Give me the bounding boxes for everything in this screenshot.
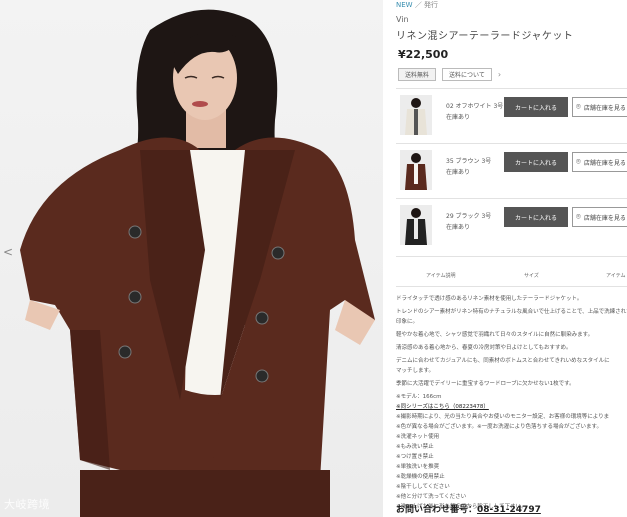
product-info-panel: NEW ／ 発行 Vin リネン混シアーテーラードジャケット ¥22,500 送… [396,0,627,517]
description-line: ※撮影時期により、光の当たり具合やお使いのモニター設定、お客様の環境等によりま [396,414,610,420]
chevron-left-icon[interactable]: < [3,245,13,259]
description-line: ※他と分けて洗ってください [396,494,467,500]
tab-size[interactable]: サイズ [524,272,539,279]
description-line: 清涼感のある着心地から、春夏の冷房対策や日よけとしてもおすすめ。 [396,345,572,351]
variant-info: 02 オフホワイト 3号 在庫あり [446,101,503,123]
description-line: ※単独洗いを推奨 [396,464,440,470]
variant-image [400,95,432,135]
store-stock-button[interactable]: ⌾ 店舗在庫を見る [572,97,627,117]
series-link[interactable]: ※同シリーズはこちら（08223478） [396,402,627,412]
description-line: 印象に。 [396,319,419,325]
product-description: ドライタッチで透け感のあるリネン素材を使用したテーラードジャケット。 トレンドの… [396,294,627,512]
detail-tabs: アイテム説明 サイズ アイテム [396,272,627,286]
add-to-cart-button[interactable]: カートに入れる [504,97,568,117]
model-illustration [20,9,375,517]
location-pin-icon: ⌾ [576,212,581,221]
add-to-cart-button[interactable]: カートに入れる [504,207,568,227]
description-line: ※洗濯ネット使用 [396,434,440,440]
description-line: ドライタッチで透け感のあるリネン素材を使用したテーラードジャケット。 [396,296,583,302]
variant-thumbnail[interactable] [400,205,432,245]
description-line: 軽やかな着心地で、シャツ感覚で羽織れて日々のスタイルに自然に馴染みます。 [396,332,594,338]
description-line: トレンドのシアー素材がリネン特有のナチュラルな風合いで仕上げることで、上品で洗練… [396,309,627,315]
shipping-info-link[interactable]: 送料について [442,68,492,81]
contact-number: お問い合わせ番号：08-31-24797 [396,502,541,515]
store-stock-button[interactable]: ⌾ 店舗在庫を見る [572,152,627,172]
variant-row: 02 オフホワイト 3号 在庫あり カートに入れる ⌾ 店舗在庫を見る [396,95,627,143]
description-line: ※つけ置き禁止 [396,454,434,460]
variant-image [400,150,432,190]
variant-info: 29 ブラック 3号 在庫あり [446,211,491,233]
variant-info: 35 ブラウン 3号 在庫あり [446,156,491,178]
store-stock-label: 店舗在庫を見る [583,214,626,222]
variant-stock: 在庫あり [446,224,471,231]
free-shipping-badge: 送料無料 [398,68,437,81]
description-line: ※陰干ししてください [396,484,450,490]
variant-stock: 在庫あり [446,169,471,176]
variant-row: 29 ブラック 3号 在庫あり カートに入れる ⌾ 店舗在庫を見る [396,205,627,253]
divider [396,198,627,199]
shipping-tags: 送料無料 送料について › [398,68,501,81]
description-line: ※色が異なる場合がございます。※一度お洗濯により色落ちする場合がございます。 [396,424,603,430]
variant-color: 29 ブラック 3号 [446,213,492,220]
location-pin-icon: ⌾ [576,102,581,111]
variant-color: 02 オフホワイト 3号 [446,103,504,110]
variant-row: 35 ブラウン 3号 在庫あり カートに入れる ⌾ 店舗在庫を見る [396,150,627,198]
variant-thumbnail[interactable] [400,95,432,135]
description-line: ※モデル：166cm [396,394,442,400]
description-line: ※乾燥機の使用禁止 [396,474,445,480]
watermark-text: 大岐跨境 [4,498,50,511]
product-title: リネン混シアーテーラードジャケット [396,31,574,42]
variant-color: 35 ブラウン 3号 [446,158,492,165]
brand-name[interactable]: Vin [396,15,409,24]
chevron-right-icon: › [497,70,502,79]
description-line: デニムに合わせてカジュアルにも、同素材のボトムスと合わせてきれいめなスタイルに [396,358,610,364]
divider [396,256,627,257]
description-line: ※もみ洗い禁止 [396,444,434,450]
divider [396,286,627,287]
description-line: 季節に大活躍でデイリーに重宝するワードローブに欠かせない1枚です。 [396,381,575,387]
divider [396,88,627,89]
divider [396,143,627,144]
description-line: マッチします。 [396,368,434,374]
contact-label: お問い合わせ番号： [396,505,478,515]
new-badge[interactable]: NEW [396,1,413,9]
variant-stock: 在庫あり [446,114,471,121]
store-stock-label: 店舗在庫を見る [583,159,626,167]
tab-item-description[interactable]: アイテム説明 [426,272,456,279]
contact-number-link[interactable]: 08-31-24797 [477,505,541,515]
variant-thumbnail[interactable] [400,150,432,190]
store-stock-button[interactable]: ⌾ 店舗在庫を見る [572,207,627,227]
add-to-cart-button[interactable]: カートに入れる [504,152,568,172]
breadcrumb: NEW ／ 発行 [396,0,438,10]
location-pin-icon: ⌾ [576,157,581,166]
breadcrumb-rest: ／ 発行 [414,1,439,9]
product-price: ¥22,500 [398,48,449,61]
tab-item[interactable]: アイテム [606,272,626,279]
product-main-image[interactable]: < 大岐跨境 [0,0,383,517]
store-stock-label: 店舗在庫を見る [583,104,626,112]
variant-image [400,205,432,245]
